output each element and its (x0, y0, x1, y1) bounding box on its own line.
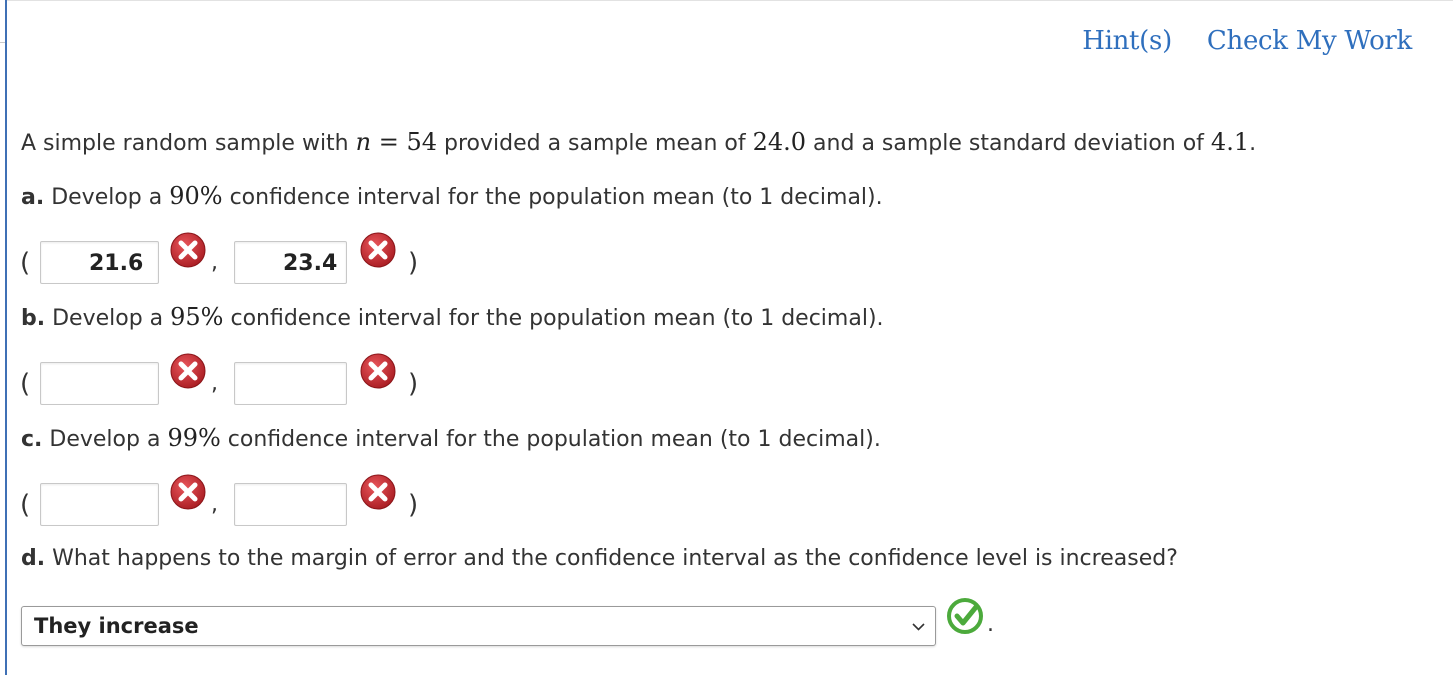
intro-text-1: A simple random sample with (21, 131, 356, 156)
n-variable: n (355, 128, 372, 156)
open-paren: ( (20, 248, 31, 278)
x-circle-icon (170, 353, 206, 389)
close-paren: ) (408, 490, 419, 520)
top-rule (7, 0, 1453, 1)
comma: , (211, 250, 218, 275)
equals-sign: = (371, 128, 407, 156)
problem-statement: A simple random sample with n = 54 provi… (21, 127, 1256, 159)
part-d-label: d. (21, 546, 46, 571)
part-c-label: c. (21, 427, 43, 452)
part-a-upper-input[interactable]: 23.4 (234, 241, 347, 284)
part-b-post: confidence interval for the population m… (223, 306, 884, 331)
part-a-label: a. (21, 185, 45, 210)
part-b-label: b. (21, 306, 46, 331)
part-d-selected-value: They increase (34, 614, 199, 638)
close-paren: ) (408, 369, 419, 399)
part-c-question: c. Develop a 99% confidence interval for… (21, 423, 881, 455)
part-b-pre: Develop a (45, 306, 171, 331)
x-circle-icon (360, 232, 396, 268)
x-circle-icon (170, 474, 206, 510)
top-links: Hint(s) Check My Work (1082, 26, 1412, 56)
part-a-pre: Develop a (44, 185, 170, 210)
chevron-down-icon (912, 623, 925, 631)
part-a-post: confidence interval for the population m… (222, 185, 883, 210)
intro-text-3: and a sample standard deviation of (806, 131, 1211, 156)
sample-sd: 4.1 (1210, 128, 1250, 156)
sample-size: 54 (406, 128, 438, 156)
check-my-work-link[interactable]: Check My Work (1207, 26, 1412, 56)
part-a-question: a. Develop a 90% confidence interval for… (21, 181, 883, 213)
part-d-select[interactable]: They increase (21, 606, 936, 646)
part-a-level: 90% (169, 182, 223, 210)
intro-text-2: provided a sample mean of (437, 131, 753, 156)
check-circle-icon (947, 598, 983, 634)
part-c-upper-input[interactable] (234, 483, 347, 526)
x-circle-icon (360, 353, 396, 389)
comma: , (211, 371, 218, 396)
part-d-period: . (987, 612, 994, 637)
comma: , (211, 492, 218, 517)
part-a-lower-input[interactable]: 21.6 (40, 241, 159, 284)
part-c-post: confidence interval for the population m… (220, 427, 881, 452)
open-paren: ( (20, 369, 31, 399)
intro-text-4: . (1249, 131, 1257, 156)
part-d-question: d. What happens to the margin of error a… (21, 544, 1178, 574)
part-c-lower-input[interactable] (40, 483, 159, 526)
part-d-text: What happens to the margin of error and … (45, 546, 1178, 571)
open-paren: ( (20, 490, 31, 520)
part-b-lower-input[interactable] (40, 362, 159, 405)
x-circle-icon (360, 474, 396, 510)
left-rule (5, 0, 7, 675)
x-circle-icon (170, 232, 206, 268)
close-paren: ) (408, 248, 419, 278)
part-b-level: 95% (170, 303, 224, 331)
hints-link[interactable]: Hint(s) (1082, 26, 1172, 56)
part-b-upper-input[interactable] (234, 362, 347, 405)
part-b-question: b. Develop a 95% confidence interval for… (21, 302, 884, 334)
part-c-level: 99% (167, 424, 221, 452)
sample-mean: 24.0 (752, 128, 807, 156)
part-c-pre: Develop a (42, 427, 168, 452)
